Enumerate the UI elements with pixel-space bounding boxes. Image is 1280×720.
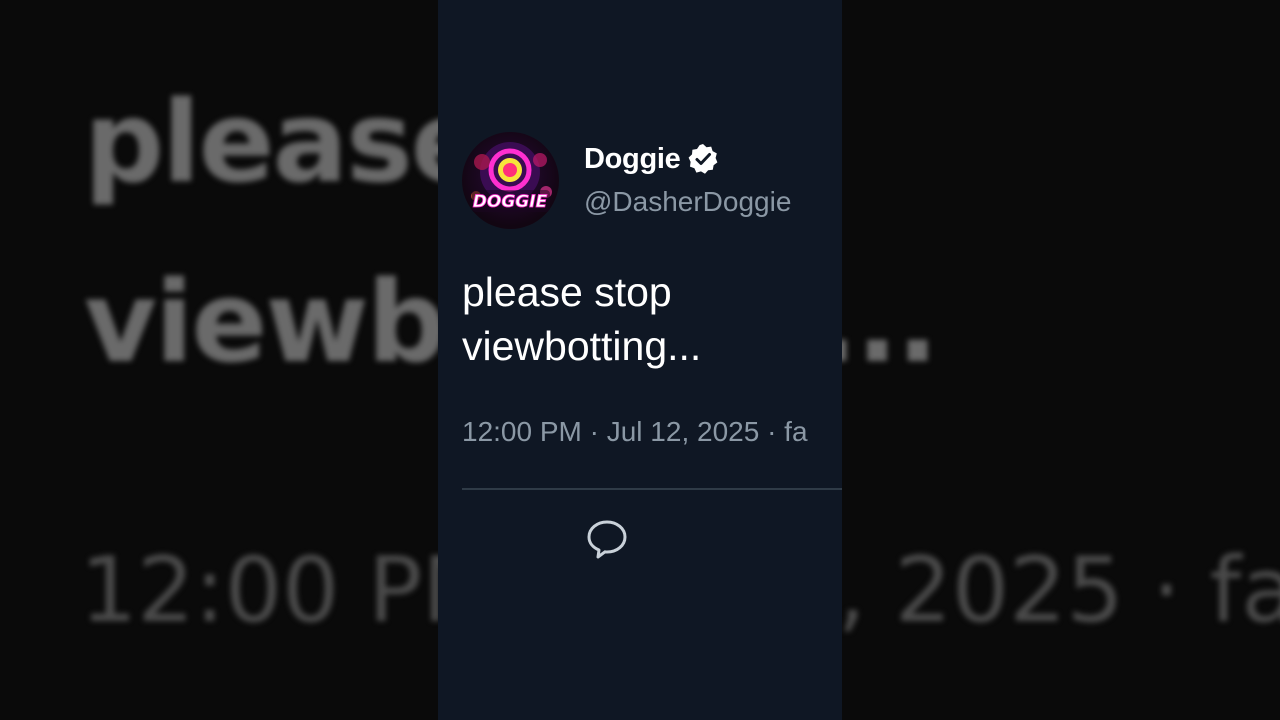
tweet-text-line2: viewbotting... <box>462 323 702 369</box>
divider <box>462 488 842 490</box>
author-name-row: Doggie <box>584 140 720 178</box>
avatar[interactable]: DOGGIE <box>462 132 559 229</box>
author-display-name[interactable]: Doggie <box>584 143 681 176</box>
author-handle[interactable]: @DasherDoggie <box>584 186 791 218</box>
verified-badge-icon <box>686 142 720 176</box>
reply-icon <box>587 520 627 559</box>
avatar-image: DOGGIE <box>471 142 552 212</box>
svg-text:DOGGIE: DOGGIE <box>473 192 548 212</box>
tweet-text-line1: please stop <box>462 269 672 315</box>
tweet-text: please stop viewbotting... <box>462 265 822 373</box>
tweet-card: DOGGIE Doggie @DasherDoggie please stop … <box>438 0 842 720</box>
reply-button[interactable] <box>584 516 630 562</box>
tweet-timestamp[interactable]: 12:00 PM · Jul 12, 2025 · fa <box>462 416 808 448</box>
